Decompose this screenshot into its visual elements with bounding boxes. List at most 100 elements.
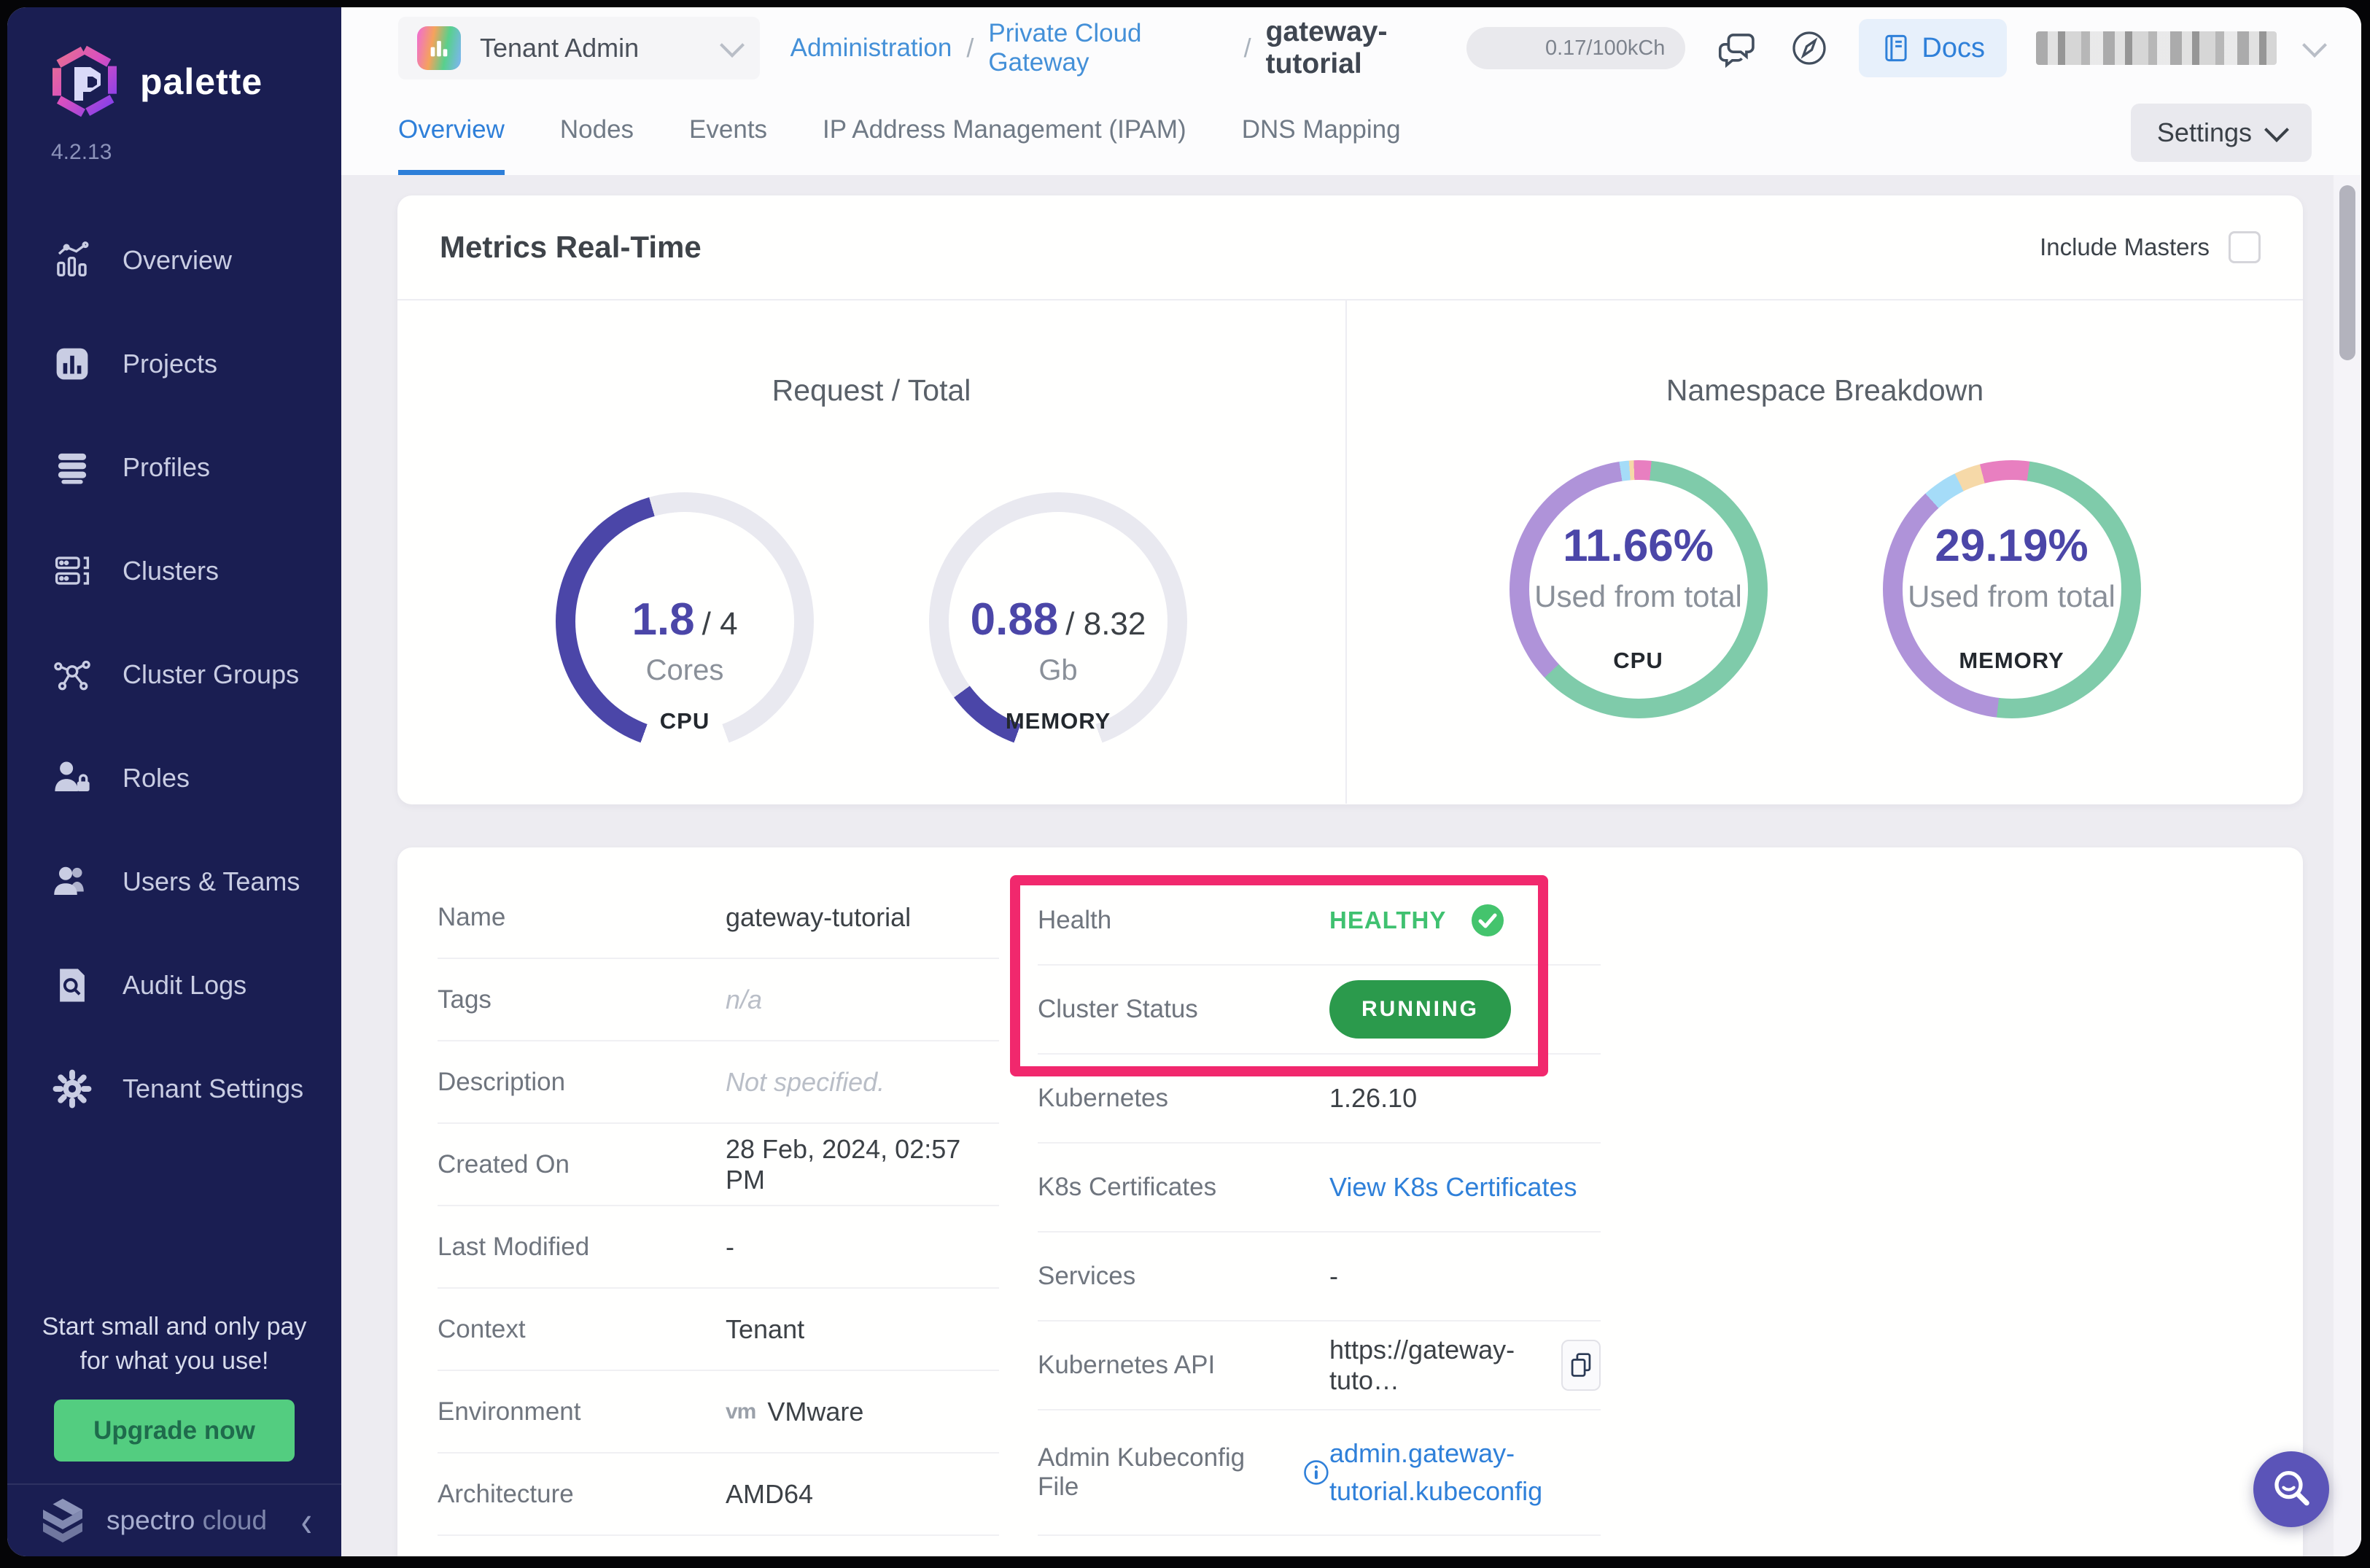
sidebar-item-label: Profiles (123, 452, 211, 482)
main-content: Metrics Real-Time Include Masters Reques… (341, 175, 2361, 1556)
admin-kubeconfig-link[interactable]: admin.gateway-tutorial.kubeconfig (1329, 1435, 1672, 1510)
row-value: Not specified. (726, 1066, 885, 1097)
upgrade-now-button[interactable]: Upgrade now (54, 1400, 295, 1462)
user-menu-redacted[interactable] (2036, 31, 2277, 65)
row-value: vm VMware (726, 1396, 864, 1427)
detail-row-cluster-status: Cluster Status RUNNING (1038, 966, 1601, 1055)
row-label: Cluster Status (1038, 995, 1198, 1023)
breadcrumb-private-cloud-gateway[interactable]: Private Cloud Gateway (988, 19, 1229, 77)
book-icon (1885, 34, 1908, 62)
health-status-text: HEALTHY (1329, 907, 1447, 934)
row-label: Name (438, 902, 506, 931)
magnifier-smile-icon (2274, 1470, 2309, 1506)
scrollbar-track[interactable] (2334, 175, 2361, 1556)
tab-nodes[interactable]: Nodes (560, 89, 634, 175)
row-value: - (1329, 1261, 1338, 1291)
row-value: 1.26.10 (1329, 1083, 1418, 1113)
gear-icon (53, 1069, 92, 1109)
spectro-cloud-wordmark: spectro cloud (106, 1505, 267, 1536)
sidebar-collapse-chevron[interactable]: ‹ (301, 1495, 312, 1546)
info-icon[interactable] (1303, 1459, 1329, 1486)
view-k8s-certificates-link[interactable]: View K8s Certificates (1329, 1172, 1577, 1203)
memory-gauge-caption: MEMORY (1005, 708, 1111, 734)
running-status-badge: RUNNING (1329, 980, 1511, 1039)
cluster-status-value: RUNNING (1329, 980, 1601, 1039)
breadcrumb-administration[interactable]: Administration (790, 34, 952, 63)
row-label: Tags (438, 985, 492, 1014)
sidebar-item-profiles[interactable]: Profiles (7, 416, 341, 519)
support-search-fab[interactable] (2253, 1451, 2329, 1527)
row-label: Last Modified (438, 1232, 590, 1261)
detail-row-context: Context Tenant (438, 1289, 999, 1371)
copy-icon (1571, 1353, 1591, 1377)
detail-row-description: Description Not specified. (438, 1041, 999, 1124)
copy-button[interactable] (1561, 1340, 1601, 1391)
request-total-panel: Request / Total 1.8/ 4 Cores CPU 0.88 / … (397, 300, 1347, 804)
scope-selector-icon (417, 26, 461, 70)
docs-button[interactable]: Docs (1859, 19, 2007, 77)
row-value: - (726, 1231, 734, 1262)
profiles-stack-icon (58, 453, 87, 484)
tab-events[interactable]: Events (689, 89, 767, 175)
app-version: 4.2.13 (51, 140, 112, 164)
sidebar-item-clusters[interactable]: Clusters (7, 519, 341, 623)
row-label: Created On (438, 1149, 570, 1179)
detail-row-admin-kubeconfig: Admin Kubeconfig File admin.gateway-tuto… (1038, 1410, 1601, 1536)
metrics-realtime-card: Metrics Real-Time Include Masters Reques… (397, 195, 2303, 804)
row-label: Kubernetes API (1038, 1351, 1216, 1379)
sidebar-item-tenant-settings[interactable]: Tenant Settings (7, 1037, 341, 1141)
row-label: Context (438, 1314, 526, 1343)
chevron-down-icon[interactable] (2302, 33, 2327, 58)
sidebar-item-label: Clusters (123, 556, 219, 586)
detail-row-health: Health HEALTHY (1038, 877, 1601, 966)
chevron-down-icon (719, 33, 745, 58)
detail-row-k8s-certificates: K8s Certificates View K8s Certificates (1038, 1144, 1601, 1233)
tab-ipam[interactable]: IP Address Management (IPAM) (823, 89, 1186, 175)
scrollbar-thumb[interactable] (2339, 185, 2355, 360)
tab-dns-mapping[interactable]: DNS Mapping (1242, 89, 1401, 175)
detail-row-last-modified: Last Modified - (438, 1206, 999, 1289)
breadcrumb: Administration / Private Cloud Gateway /… (790, 16, 1467, 80)
include-masters-checkbox[interactable] (2229, 231, 2261, 263)
palette-logo-icon (53, 45, 117, 118)
sidebar-footer: spectro cloud ‹ (7, 1483, 341, 1556)
detail-row-partial: Agent version 1.0.5/192.168.100.100 (1038, 1536, 1601, 1556)
explore-button[interactable] (1789, 28, 1830, 69)
row-value: n/a (726, 984, 763, 1014)
tab-overview[interactable]: Overview (398, 89, 505, 175)
upgrade-promo: Start small and only pay for what you us… (7, 1310, 341, 1462)
topbar: Tenant Admin Administration / Private Cl… (341, 7, 2361, 175)
breadcrumb-separator: / (1243, 33, 1251, 63)
detail-row-tags: Tags n/a (438, 959, 999, 1041)
sidebar-item-users-teams[interactable]: Users & Teams (7, 830, 341, 934)
cpu-namespace-donut: 11.66% Used from total CPU (1509, 460, 1768, 718)
health-value: HEALTHY (1329, 904, 1601, 937)
row-value: 28 Feb, 2024, 02:57 PM (726, 1133, 961, 1195)
docs-button-label: Docs (1922, 32, 1985, 63)
row-label: Health (1038, 906, 1112, 934)
sidebar-item-audit-logs[interactable]: Audit Logs (7, 934, 341, 1037)
sidebar-item-overview[interactable]: Overview (7, 209, 341, 312)
details-left-column: Name gateway-tutorial Tags n/a Descripti… (438, 877, 999, 1536)
sidebar-item-cluster-groups[interactable]: Cluster Groups (7, 623, 341, 726)
projects-icon (56, 348, 88, 380)
sidebar-item-roles[interactable]: Roles (7, 726, 341, 830)
sidebar-item-label: Projects (123, 349, 218, 379)
feedback-button[interactable] (1714, 26, 1760, 71)
cpu-request-gauge: 1.8/ 4 Cores CPU (556, 492, 814, 750)
scope-selector[interactable]: Tenant Admin (398, 17, 760, 79)
sidebar-item-projects[interactable]: Projects (7, 312, 341, 416)
detail-row-name: Name gateway-tutorial (438, 877, 999, 959)
brand-logo: palette (7, 7, 341, 118)
scope-selector-label: Tenant Admin (480, 33, 640, 63)
sidebar-item-label: Overview (123, 245, 233, 275)
cluster-groups-network-icon (54, 660, 90, 691)
row-value: AMD64 (726, 1478, 814, 1509)
check-badge-icon (1472, 904, 1504, 936)
settings-button[interactable]: Settings (2130, 104, 2312, 162)
promo-line1: Start small and only pay (42, 1312, 307, 1340)
memory-namespace-donut: 29.19% Used from total MEMORY (1882, 460, 2141, 718)
kubernetes-api-value: https://gateway-tuto… (1329, 1335, 1601, 1396)
overview-chart-icon (57, 241, 89, 276)
sidebar-item-label: Users & Teams (123, 866, 300, 896)
